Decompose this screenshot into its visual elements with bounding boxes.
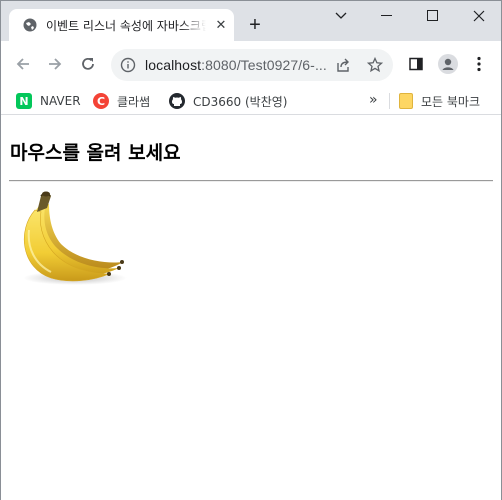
back-button[interactable] xyxy=(12,53,34,75)
page-content: 마우스를 올려 보세요 xyxy=(1,116,501,500)
chevron-down-icon xyxy=(335,12,347,19)
tab-search-button[interactable] xyxy=(330,5,352,27)
github-icon xyxy=(169,93,185,109)
profile-button[interactable] xyxy=(437,53,459,75)
bookmark-naver[interactable]: N NAVER xyxy=(16,91,81,111)
address-bar[interactable]: localhost:8080/Test0927/6-... xyxy=(111,49,393,81)
bookmark-classum[interactable]: C 클라썸 xyxy=(93,91,150,111)
browser-toolbar: localhost:8080/Test0927/6-... xyxy=(1,41,501,87)
back-icon xyxy=(16,58,29,70)
tab-strip: 이벤트 리스너 속성에 자바스크립트 ✕ + xyxy=(1,1,501,41)
bookmark-label: CD3660 (박찬영) xyxy=(193,94,288,109)
banana-image[interactable] xyxy=(15,190,127,286)
maximize-button[interactable] xyxy=(422,5,444,27)
menu-icon xyxy=(477,56,481,72)
url-path: :8080/Test0927/6-... xyxy=(201,57,327,73)
browser-tab[interactable]: 이벤트 리스너 속성에 자바스크립트 ✕ xyxy=(9,9,234,41)
tab-close-button[interactable]: ✕ xyxy=(214,18,228,32)
new-tab-button[interactable]: + xyxy=(245,15,265,35)
forward-icon xyxy=(49,58,62,70)
horizontal-rule xyxy=(9,180,493,182)
bookmark-github[interactable]: CD3660 (박찬영) xyxy=(169,91,287,111)
all-bookmarks-label: 모든 북마크 xyxy=(421,94,481,109)
reload-button[interactable] xyxy=(77,53,99,75)
bookmarks-overflow-button[interactable]: » xyxy=(369,90,378,110)
sidepanel-icon xyxy=(409,57,423,71)
bookmark-label: 클라썸 xyxy=(117,94,151,109)
close-icon xyxy=(473,10,485,22)
classum-icon: C xyxy=(93,93,109,109)
bookmarks-bar: N NAVER C 클라썸 CD3660 (박찬영) » 모든 북마크 xyxy=(1,87,501,115)
minimize-icon xyxy=(381,15,392,16)
minimize-button[interactable] xyxy=(376,5,398,27)
page-heading: 마우스를 올려 보세요 xyxy=(10,142,181,164)
bookmarks-divider xyxy=(389,93,390,109)
url-text[interactable]: localhost:8080/Test0927/6-... xyxy=(145,57,327,73)
share-icon[interactable] xyxy=(335,57,351,73)
close-window-button[interactable] xyxy=(468,5,490,27)
star-icon[interactable] xyxy=(367,57,383,73)
url-host: localhost xyxy=(145,57,202,73)
bookmark-label: NAVER xyxy=(40,94,81,108)
maximize-icon xyxy=(427,10,438,21)
all-bookmarks-button[interactable]: 모든 북마크 xyxy=(399,91,480,111)
folder-icon xyxy=(399,93,413,109)
info-icon[interactable] xyxy=(120,57,136,73)
menu-button[interactable] xyxy=(468,53,490,75)
globe-icon xyxy=(23,18,37,32)
forward-button[interactable] xyxy=(44,53,66,75)
reload-icon xyxy=(82,57,94,70)
profile-icon xyxy=(438,54,458,74)
tab-title: 이벤트 리스너 속성에 자바스크립트 xyxy=(46,17,206,33)
side-panel-button[interactable] xyxy=(405,53,427,75)
naver-icon: N xyxy=(16,93,32,109)
